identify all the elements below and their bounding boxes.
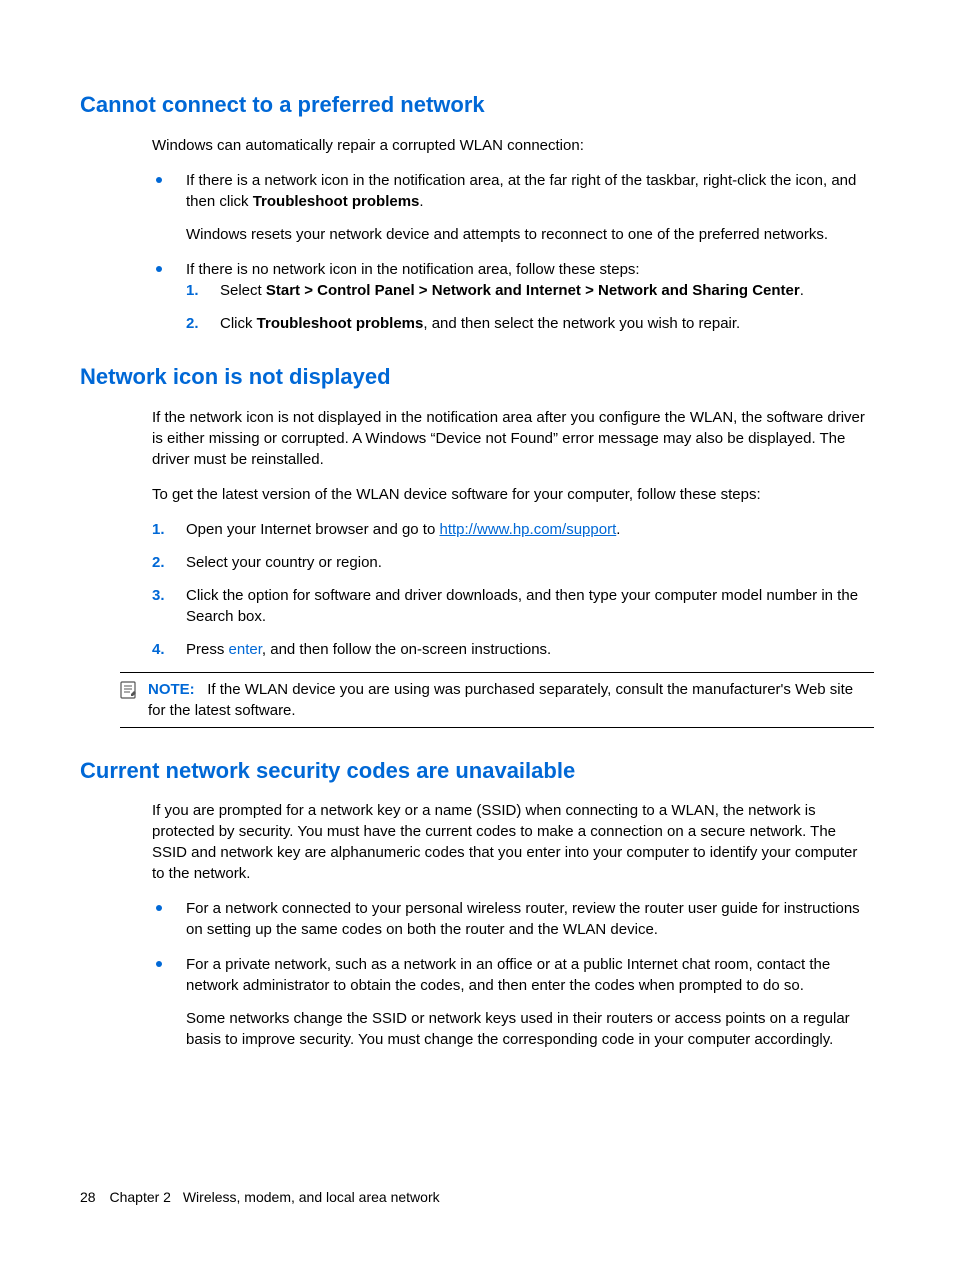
bullet-text: If there is a network icon in the notifi… — [186, 172, 856, 210]
note-block: NOTE: If the WLAN device you are using w… — [120, 672, 874, 728]
note-text: NOTE: If the WLAN device you are using w… — [144, 679, 874, 721]
heading-cannot-connect: Cannot connect to a preferred network — [80, 90, 874, 121]
list-item: For a private network, such as a network… — [152, 954, 874, 1050]
page-number: 28 — [80, 1189, 96, 1205]
page-footer: 28 Chapter 2 Wireless, modem, and local … — [80, 1188, 440, 1208]
support-link[interactable]: http://www.hp.com/support — [439, 521, 616, 538]
note-icon — [120, 679, 144, 721]
note-label: NOTE: — [148, 681, 195, 698]
section-security-codes: Current network security codes are unava… — [80, 756, 874, 1051]
chapter-title: Wireless, modem, and local area network — [183, 1189, 440, 1205]
chapter-label: Chapter 2 — [109, 1189, 170, 1205]
body-text: To get the latest version of the WLAN de… — [152, 484, 874, 505]
document-page: Cannot connect to a preferred network Wi… — [0, 0, 954, 1270]
key-enter: enter — [229, 641, 262, 658]
heading-network-icon: Network icon is not displayed — [80, 362, 874, 393]
section-cannot-connect: Cannot connect to a preferred network Wi… — [80, 90, 874, 334]
bullet-text: If there is no network icon in the notif… — [186, 261, 640, 278]
list-item: If there is a network icon in the notifi… — [152, 170, 874, 245]
section-network-icon: Network icon is not displayed If the net… — [80, 362, 874, 728]
list-item: Select Start > Control Panel > Network a… — [186, 280, 874, 301]
list-item: Open your Internet browser and go to htt… — [152, 519, 874, 540]
list-item: If there is no network icon in the notif… — [152, 259, 874, 334]
heading-security-codes: Current network security codes are unava… — [80, 756, 874, 787]
list-item: For a network connected to your personal… — [152, 898, 874, 940]
body-text: If the network icon is not displayed in … — [152, 407, 874, 470]
list-item: Click the option for software and driver… — [152, 585, 874, 627]
followup-text: Windows resets your network device and a… — [186, 224, 874, 245]
list-item: Select your country or region. — [152, 552, 874, 573]
intro-text: Windows can automatically repair a corru… — [152, 135, 874, 156]
list-item: Click Troubleshoot problems, and then se… — [186, 313, 874, 334]
body-text: If you are prompted for a network key or… — [152, 800, 874, 884]
followup-text: Some networks change the SSID or network… — [186, 1008, 874, 1050]
list-item: Press enter, and then follow the on-scre… — [152, 639, 874, 660]
